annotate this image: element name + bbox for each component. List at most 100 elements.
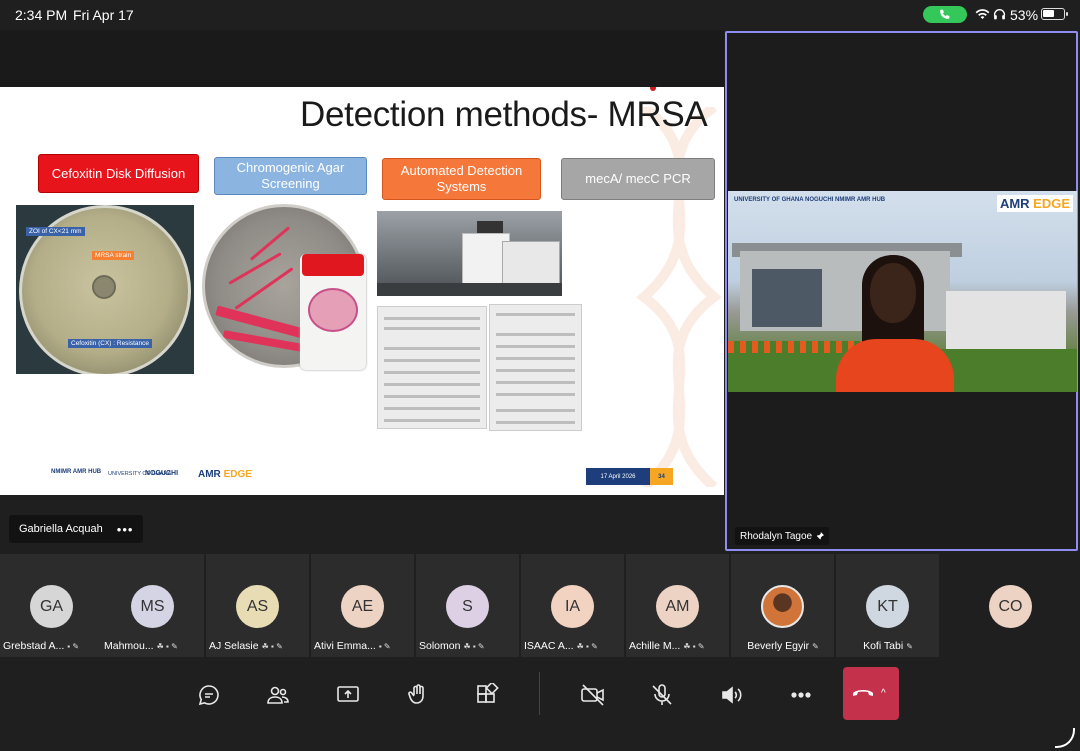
method-disk-diffusion: Cefoxitin Disk Diffusion	[38, 154, 199, 193]
chevron-up-icon[interactable]: ^	[881, 688, 886, 699]
participant-name-text: Achille M...	[629, 640, 681, 652]
speaker-button[interactable]	[714, 678, 748, 712]
participant-tile[interactable]: IA ISAAC A... ☘ ▪ ✎	[521, 554, 624, 657]
status-time: 2:34 PM	[15, 7, 68, 23]
avatar: IA	[551, 585, 594, 628]
participant-name: Kofi Tabi ✎	[839, 640, 937, 652]
participant-tile[interactable]: MS Mahmou... ☘ ▪ ✎	[101, 554, 204, 657]
battery-level	[1043, 10, 1054, 17]
wifi-icon	[975, 9, 990, 19]
phone-icon	[940, 9, 950, 19]
participant-tile[interactable]: AE Ativi Emma... ▪ ✎	[311, 554, 414, 657]
participant-tile[interactable]: Beverly Egyir ✎	[731, 554, 834, 657]
status-date: Fri Apr 17	[73, 7, 134, 23]
participant-tile[interactable]: AM Achille M... ☘ ▪ ✎	[626, 554, 729, 657]
share-button[interactable]	[331, 678, 365, 712]
avatar: GA	[30, 585, 73, 628]
participant-name-text: Solomon	[419, 640, 461, 652]
petri-label-mrsa: MRSA strain	[92, 251, 135, 260]
method-pcr: mecA/ mecC PCR	[561, 158, 715, 200]
avatar: AE	[341, 585, 384, 628]
toolbar-divider	[539, 672, 540, 715]
mic-toggle-button[interactable]	[645, 678, 679, 712]
participant-video: UNIVERSITY OF GHANA NOGUCHI NMIMR AMR HU…	[728, 191, 1077, 392]
participant-tile[interactable]: GA Grebstad A... ▪ ✎	[0, 554, 103, 657]
video-logo-left: UNIVERSITY OF GHANA NOGUCHI NMIMR AMR HU…	[734, 197, 886, 203]
active-call-indicator[interactable]	[923, 6, 967, 23]
more-icon	[791, 692, 811, 698]
status-bar: 2:34 PM Fri Apr 17 53%	[0, 0, 1080, 30]
slide-number: 34	[650, 468, 673, 485]
participant-name: Grebstad A... ▪ ✎	[3, 640, 101, 652]
avatar: AS	[236, 585, 279, 628]
participant-name-text: Grebstad A...	[3, 640, 65, 652]
presenter-name-tag[interactable]: Gabriella Acquah •••	[9, 515, 144, 543]
battery-icon	[1041, 8, 1068, 20]
camera-toggle-button[interactable]	[576, 678, 610, 712]
spotlight-video-tile[interactable]: UNIVERSITY OF GHANA NOGUCHI NMIMR AMR HU…	[725, 31, 1078, 551]
pointer-dot	[650, 87, 656, 91]
headphones-icon	[993, 9, 1006, 20]
participant-status-icons: ☘ ▪ ✎	[576, 641, 598, 651]
shared-content-stage: Detection methods- MRSA Cefoxitin Disk D…	[0, 30, 724, 495]
hang-up-icon	[853, 689, 873, 696]
avatar	[761, 585, 804, 628]
mic-off-icon	[652, 684, 672, 705]
participant-name-text: Ativi Emma...	[314, 640, 376, 652]
participant-name-text: Mahmou...	[104, 640, 154, 652]
participant-name: AJ Selasie ☘ ▪ ✎	[209, 640, 307, 652]
video-logo-right: AMR EDGE	[996, 195, 1073, 212]
participant-tile[interactable]: CO	[941, 554, 1080, 657]
method-chromogenic-agar: Chromogenic Agar Screening	[214, 157, 367, 195]
participant-tile[interactable]: AS AJ Selasie ☘ ▪ ✎	[206, 554, 309, 657]
leave-call-button[interactable]: ^	[843, 667, 899, 720]
participant-status-icons: ☘ ▪ ✎	[156, 641, 178, 651]
participants-strip: GA Grebstad A... ▪ ✎ MS Mahmou... ☘ ▪ ✎ AS AJ S…	[0, 554, 1080, 658]
more-button[interactable]	[784, 678, 818, 712]
participant-name: Mahmou... ☘ ▪ ✎	[104, 640, 202, 652]
people-icon	[267, 686, 289, 704]
lab-report-image-1	[377, 306, 487, 429]
participant-status-icons: ☘ ▪ ✎	[261, 641, 283, 651]
avatar: AM	[656, 585, 699, 628]
participant-name: Solomon ☘ ▪ ✎	[419, 640, 517, 652]
presenter-name: Gabriella Acquah	[19, 523, 103, 535]
automated-system-image	[377, 211, 562, 296]
chat-button[interactable]	[192, 678, 226, 712]
chromogenic-agar-image	[202, 204, 370, 374]
spotlight-name-tag: Rhodalyn Tagoe	[735, 527, 830, 545]
nmimr-logo: NMIMR AMR HUB	[51, 469, 102, 475]
participant-name: Beverly Egyir ✎	[734, 640, 832, 652]
participant-status-icons: ✎	[906, 641, 913, 651]
share-screen-icon	[337, 686, 359, 702]
more-options-icon[interactable]: •••	[117, 522, 134, 537]
avatar: MS	[131, 585, 174, 628]
speaker-icon	[722, 686, 742, 704]
participant-status-icons: ▪ ✎	[378, 641, 391, 651]
petri-dish-image: ZOI of CX<21 mm MRSA strain Cefoxitin (C…	[16, 205, 194, 374]
presentation-slide: Detection methods- MRSA Cefoxitin Disk D…	[0, 87, 724, 495]
amr-edge-logo: AMR EDGE	[198, 469, 252, 480]
participant-name: ISAAC A... ☘ ▪ ✎	[524, 640, 622, 652]
participant-name-text: AJ Selasie	[209, 640, 259, 652]
participant-name: Achille M... ☘ ▪ ✎	[629, 640, 727, 652]
raise-hand-button[interactable]	[401, 678, 435, 712]
apps-button[interactable]	[470, 678, 504, 712]
slide-footer-logos: NMIMR AMR HUB UNIVERSITY OF GHANA NOGUCH…	[45, 465, 265, 487]
petri-label-zoi: ZOI of CX<21 mm	[26, 227, 85, 236]
chat-icon	[198, 685, 219, 706]
people-button[interactable]	[261, 678, 295, 712]
lab-report-image-2	[489, 304, 582, 431]
participant-status-icons: ☘ ▪ ✎	[463, 641, 485, 651]
participant-tile[interactable]: S Solomon ☘ ▪ ✎	[416, 554, 519, 657]
slide-date: 17 April 2026	[586, 468, 650, 485]
participant-name-text: Beverly Egyir	[747, 640, 810, 652]
participant-name-text: Kofi Tabi	[863, 640, 904, 652]
pin-icon	[816, 532, 825, 540]
meeting-toolbar: ^	[0, 661, 1080, 751]
apps-icon	[477, 683, 499, 703]
participant-name: Ativi Emma... ▪ ✎	[314, 640, 412, 652]
participant-tile[interactable]: KT Kofi Tabi ✎	[836, 554, 939, 657]
noguchi-logo: NOGUCHI	[145, 470, 179, 477]
participant-status-icons: ✎	[812, 641, 819, 651]
